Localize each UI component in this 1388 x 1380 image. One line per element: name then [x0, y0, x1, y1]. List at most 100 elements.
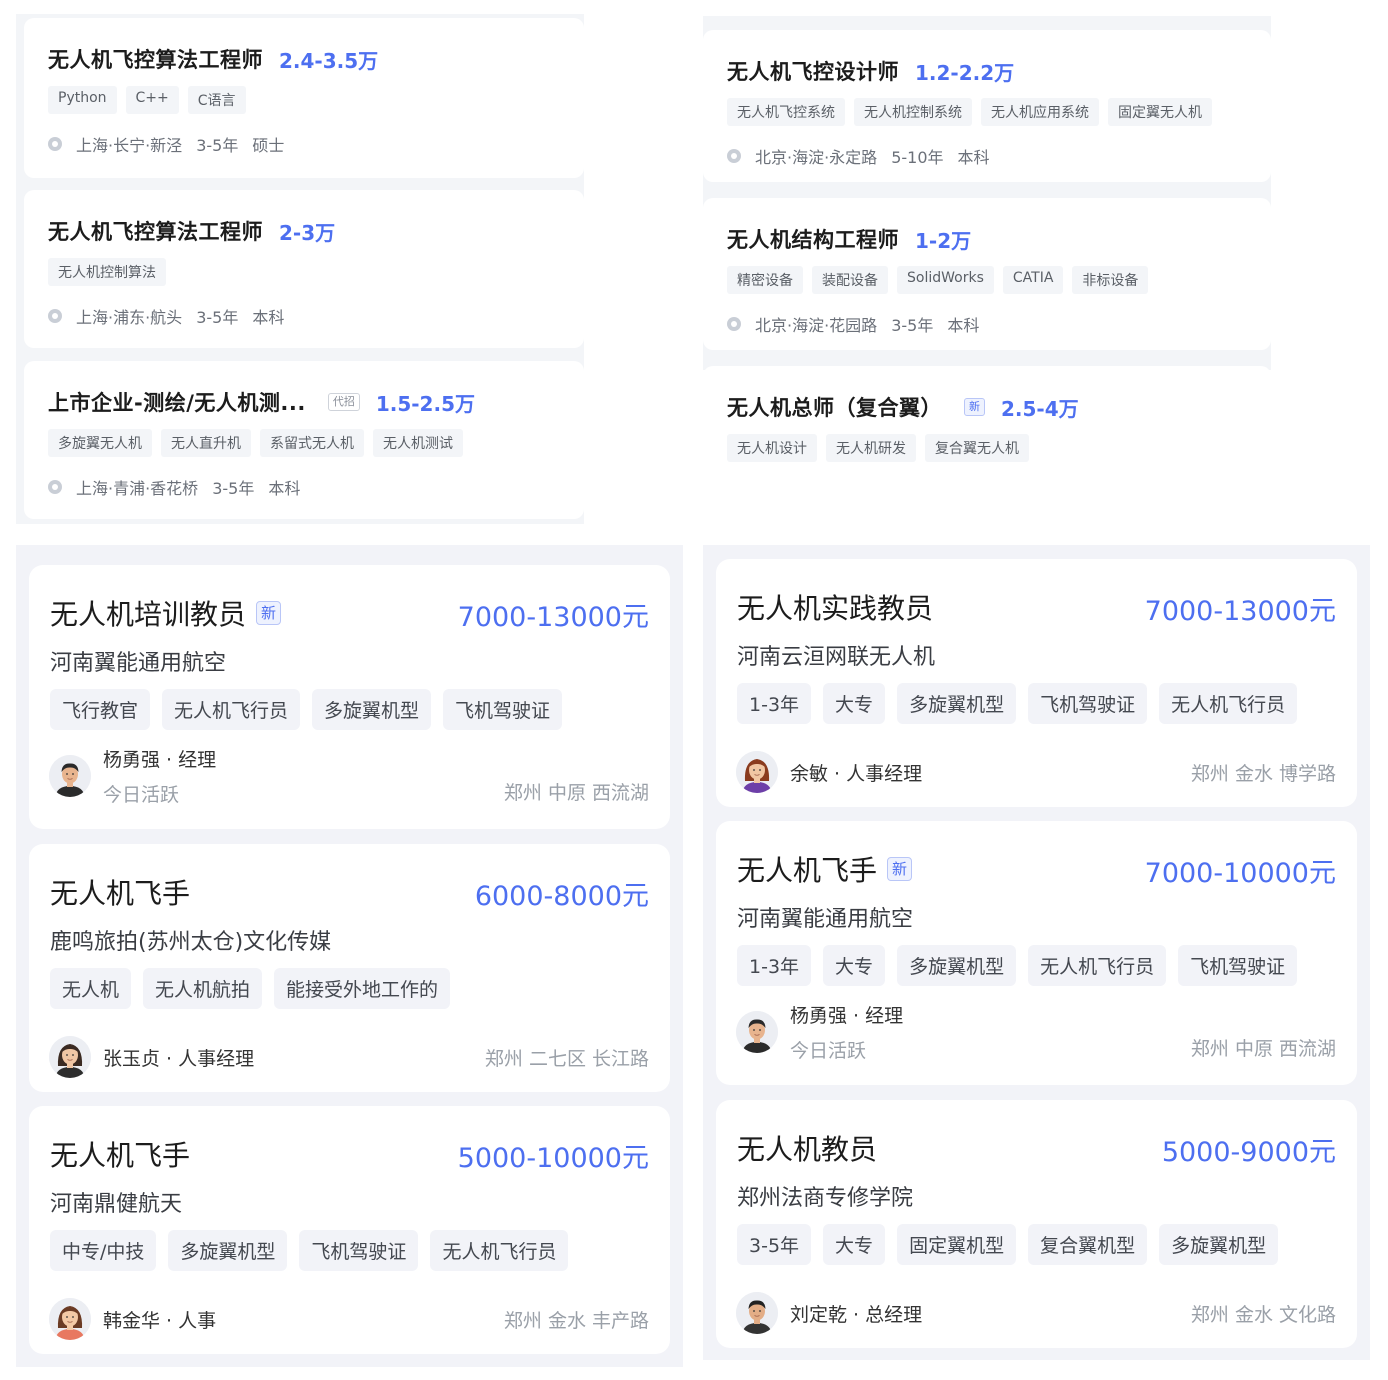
education-text: 硕士	[252, 136, 285, 155]
job-title-row: 无人机结构工程师 1-2万	[727, 224, 971, 254]
recruiter-name: 杨勇强 · 经理	[790, 1005, 904, 1027]
job-title[interactable]: 无人机飞手	[737, 849, 877, 889]
tag-list: 1-3年 大专 多旋翼机型 无人机飞行员 飞机驾驶证	[737, 945, 1298, 986]
job-title[interactable]: 上市企业-测绘/无人机测...	[48, 387, 306, 417]
job-location: 郑州 金水 博学路	[1190, 763, 1336, 785]
job-title[interactable]: 无人机实践教员	[737, 587, 933, 627]
job-tag: 飞行教官	[50, 689, 151, 730]
skill-tag: 无人机测试	[373, 429, 463, 457]
skill-tag: CATIA	[1002, 266, 1064, 294]
recruiter[interactable]: 张玉贞 · 人事经理	[49, 1036, 254, 1078]
job-title-row: 无人机教员	[737, 1128, 877, 1168]
tag-list: 无人机控制算法	[48, 258, 166, 286]
recruiter-info: 余敏 · 人事经理	[790, 759, 922, 786]
tag-list: 精密设备 装配设备 SolidWorks CATIA 非标设备	[727, 266, 1149, 294]
job-tag: 飞机驾驶证	[1178, 945, 1298, 986]
education-text: 本科	[957, 148, 990, 167]
salary: 5000-10000元	[457, 1143, 649, 1174]
location-text: 北京·海淀·花园路	[755, 316, 878, 335]
salary: 5000-9000元	[1161, 1137, 1336, 1168]
job-card[interactable]: 无人机结构工程师 1-2万 精密设备 装配设备 SolidWorks CATIA 非标设备北…	[703, 198, 1271, 350]
recruiter-info: 张玉贞 · 人事经理	[103, 1044, 254, 1071]
recruiter-name: 韩金华 · 人事	[103, 1309, 217, 1332]
tag-list: 中专/中技 多旋翼机型 飞机驾驶证 无人机飞行员	[50, 1230, 569, 1271]
company-name[interactable]: 郑州法商专修学院	[737, 1180, 913, 1212]
location-pin-icon	[48, 309, 62, 323]
male-avatar-icon	[49, 755, 91, 797]
salary: 2-3万	[279, 220, 336, 245]
skill-tag: 复合翼无人机	[925, 434, 1029, 462]
job-card[interactable]: 无人机飞手新 7000-10000元 河南翼能通用航空 1-3年 大专 多旋翼机型 无人机飞…	[716, 821, 1357, 1085]
job-title-row: 无人机总师（复合翼） 新 2.5-4万	[727, 392, 1079, 422]
skill-tag: 无人机设计	[727, 434, 817, 462]
job-title[interactable]: 无人机飞控算法工程师	[48, 44, 263, 74]
recruiter[interactable]: 杨勇强 · 经理 今日活跃	[736, 1001, 903, 1063]
job-tag: 能接受外地工作的	[274, 968, 451, 1009]
tag-list: 无人机设计 无人机研发 复合翼无人机	[727, 434, 1029, 462]
job-tag: 无人机飞行员	[162, 689, 301, 730]
company-name[interactable]: 河南翼能通用航空	[737, 901, 913, 933]
company-name[interactable]: 鹿鸣旅拍(苏州太仓)文化传媒	[50, 924, 331, 956]
job-title[interactable]: 无人机飞手	[50, 872, 190, 912]
job-card[interactable]: 无人机飞手 6000-8000元 鹿鸣旅拍(苏州太仓)文化传媒 无人机 无人机航拍 能接受…	[29, 844, 670, 1092]
experience-text: 5-10年	[891, 148, 944, 167]
job-card[interactable]: 无人机飞手 5000-10000元河南鼎健航天中专/中技 多旋翼机型 飞机驾驶证 无人机…	[29, 1106, 670, 1354]
salary: 7000-13000元	[1144, 596, 1336, 627]
job-tag: 1-3年	[737, 945, 812, 986]
recruiter[interactable]: 杨勇强 · 经理 今日活跃	[49, 745, 216, 807]
experience-text: 3-5年	[196, 308, 239, 327]
location-pin-icon	[727, 317, 741, 331]
job-card[interactable]: 无人机教员 5000-9000元郑州法商专修学院 3-5年 大专 固定翼机型 复合翼机型多…	[716, 1100, 1357, 1348]
education-text: 本科	[947, 316, 980, 335]
recruiter-info: 韩金华 · 人事	[103, 1306, 216, 1333]
salary: 1-2万	[915, 228, 972, 253]
recruiter[interactable]: 刘定乾 · 总经理	[736, 1292, 922, 1334]
location-text: 北京·海淀·永定路	[755, 148, 878, 167]
skill-tag: Python	[48, 86, 117, 114]
recruiter-name: 刘定乾 · 总经理	[790, 1303, 923, 1326]
job-location: 郑州 中原 西流湖	[503, 782, 649, 804]
job-tag: 多旋翼机型	[897, 945, 1017, 986]
job-title[interactable]: 无人机飞手	[50, 1134, 190, 1174]
location-text: 上海·长宁·新泾	[76, 136, 183, 155]
tag-list: 3-5年 大专 固定翼机型 复合翼机型 多旋翼机型	[737, 1224, 1279, 1265]
job-card[interactable]: 无人机总师（复合翼） 新 2.5-4万 无人机设计 无人机研发 复合翼无人机	[703, 366, 1271, 566]
skill-tag: C++	[125, 86, 179, 114]
job-card[interactable]: 无人机培训教员新 7000-13000元 河南翼能通用航空 飞行教官 无人机飞行员 多旋翼…	[29, 565, 670, 829]
job-tag: 1-3年	[737, 683, 812, 724]
job-card[interactable]: 无人机飞控算法工程师 2.4-3.5万 Python C++ C语言 上海·长宁·新泾 3-…	[24, 18, 584, 178]
job-meta: 上海·浦东·航头 3-5年 本科	[48, 304, 298, 328]
recruiter-info: 杨勇强 · 经理 今日活跃	[103, 745, 216, 807]
location-text: 上海·青浦·香花桥	[76, 479, 199, 498]
location-pin-icon	[48, 137, 62, 151]
job-location: 郑州 金水 文化路	[1190, 1304, 1336, 1326]
skill-tag: 无人机飞控系统	[727, 98, 845, 126]
recruiter[interactable]: 余敏 · 人事经理	[736, 751, 922, 793]
active-status: 今日活跃	[103, 784, 180, 806]
job-tag: 飞机驾驶证	[1028, 683, 1148, 724]
job-title[interactable]: 无人机教员	[737, 1128, 877, 1168]
tag-list: 飞行教官 无人机飞行员 多旋翼机型 飞机驾驶证	[50, 689, 563, 730]
job-title[interactable]: 无人机总师（复合翼）	[727, 392, 942, 422]
recruiter[interactable]: 韩金华 · 人事	[49, 1298, 216, 1340]
job-title[interactable]: 无人机培训教员	[50, 593, 246, 633]
job-card[interactable]: 无人机飞控算法工程师 2-3万无人机控制算法上海·浦东·航头 3-5年 本科	[24, 190, 584, 348]
job-card[interactable]: 无人机飞控设计师 1.2-2.2万 无人机飞控系统 无人机控制系统 无人机应用系统 固定翼…	[703, 30, 1271, 182]
skill-tag: SolidWorks	[897, 266, 994, 294]
job-title[interactable]: 无人机飞控算法工程师	[48, 216, 263, 246]
job-card[interactable]: 上市企业-测绘/无人机测... 代招 1.5-2.5万 多旋翼无人机 无人直升机 系留式无…	[24, 361, 584, 519]
job-meta: 北京·海淀·永定路 5-10年 本科	[727, 144, 1004, 168]
job-meta: 上海·长宁·新泾 3-5年 硕士	[48, 132, 298, 156]
company-name[interactable]: 河南鼎健航天	[50, 1186, 182, 1218]
experience-text: 3-5年	[196, 136, 239, 155]
job-card[interactable]: 无人机实践教员 7000-13000元 河南云洹网联无人机 1-3年 大专 多旋翼机型 飞机…	[716, 559, 1357, 807]
job-title[interactable]: 无人机结构工程师	[727, 224, 899, 254]
recruiter-info: 刘定乾 · 总经理	[790, 1300, 922, 1327]
tag-list: 多旋翼无人机 无人直升机 系留式无人机 无人机测试	[48, 429, 463, 457]
company-name[interactable]: 河南云洹网联无人机	[737, 639, 935, 671]
job-tag: 多旋翼机型	[312, 689, 432, 730]
job-title[interactable]: 无人机飞控设计师	[727, 56, 899, 86]
company-name[interactable]: 河南翼能通用航空	[50, 645, 226, 677]
experience-text: 3-5年	[212, 479, 255, 498]
skill-tag: 无人机控制算法	[48, 258, 166, 286]
